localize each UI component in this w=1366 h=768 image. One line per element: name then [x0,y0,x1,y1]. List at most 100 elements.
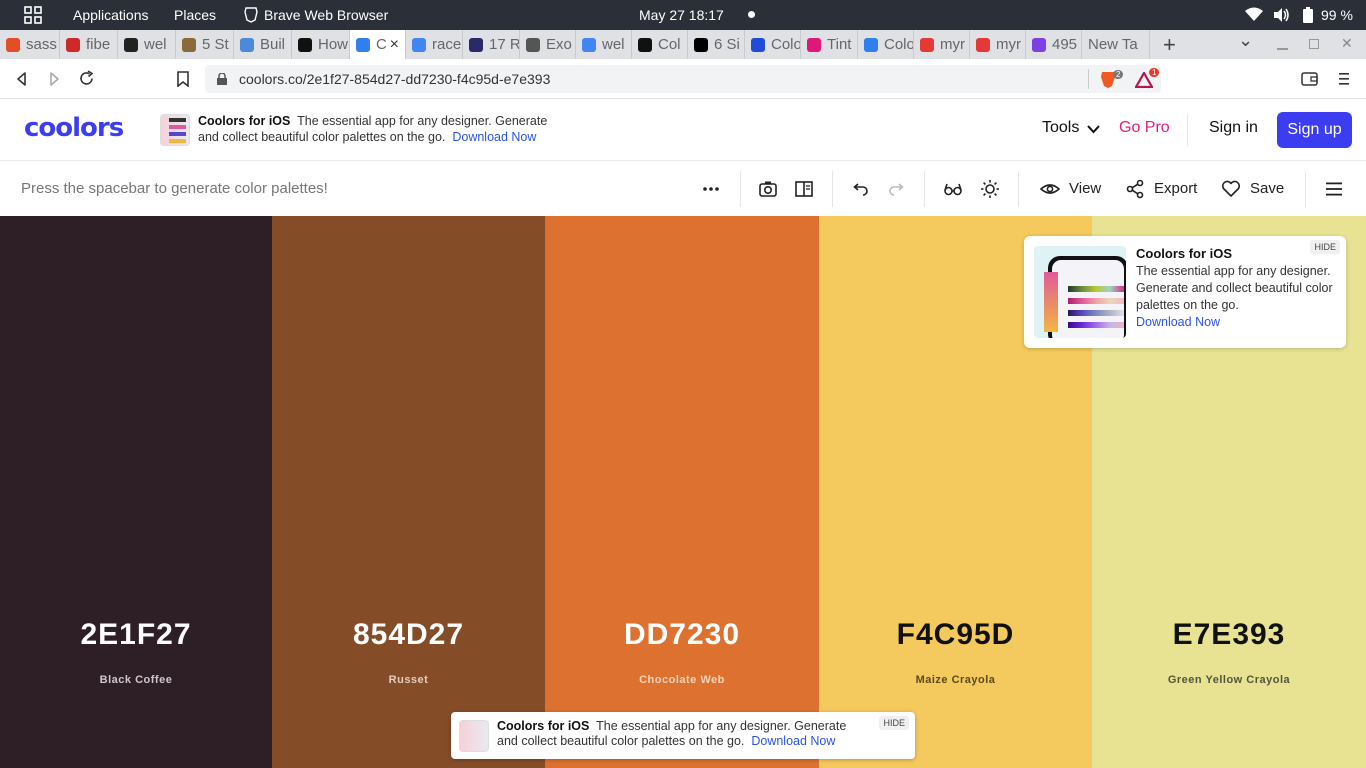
browser-tab[interactable]: Colo [745,30,801,59]
tab-favicon-icon [182,37,196,52]
applications-menu[interactable]: Applications [73,7,149,23]
browser-tab[interactable]: 17 R [463,30,520,59]
browser-tab[interactable]: Buil [234,30,292,59]
color-swatch[interactable]: DD7230 Chocolate Web [545,216,819,768]
wifi-icon[interactable] [1245,7,1263,21]
more-options-icon[interactable] [701,179,721,199]
color-hex-code[interactable]: E7E393 [1092,618,1366,652]
color-hex-code[interactable]: 2E1F27 [0,618,272,652]
browser-tab[interactable]: New Ta [1082,30,1150,59]
browser-tab[interactable]: sass [0,30,60,59]
color-hex-code[interactable]: DD7230 [545,618,819,652]
browser-tab[interactable]: wel [576,30,632,59]
glasses-icon[interactable] [943,179,963,199]
tab-label: Col [658,36,681,53]
header-download-link[interactable]: Download Now [452,130,536,144]
browser-tab[interactable]: 5 St [176,30,234,59]
sign-up-button[interactable]: Sign up [1277,112,1352,148]
heart-icon[interactable] [1221,179,1241,199]
ios-card-hide-button[interactable]: HIDE [1310,240,1340,254]
redo-icon[interactable] [887,179,907,199]
tab-favicon-icon [526,37,540,52]
battery-icon[interactable] [1303,7,1313,23]
color-name[interactable]: Maize Crayola [819,674,1092,686]
tab-favicon-icon [124,37,138,52]
clock[interactable]: May 27 18:17 [639,7,724,23]
ios-phone-preview[interactable] [1034,246,1126,338]
color-name[interactable]: Green Yellow Crayola [1092,674,1366,686]
tab-list-chevron-icon[interactable]: ⌄ [1238,30,1253,51]
bottom-promo-download-link[interactable]: Download Now [751,734,835,748]
browser-tab[interactable]: Exo [520,30,576,59]
browser-tab[interactable]: 495 [1026,30,1082,59]
places-menu[interactable]: Places [174,7,216,23]
browser-menu-icon[interactable] [1338,72,1350,86]
apps-grid-icon[interactable] [24,6,42,24]
back-icon[interactable] [14,71,30,87]
browser-tab[interactable]: Colo [858,30,914,59]
split-view-icon[interactable] [794,179,814,199]
brightness-icon[interactable] [980,179,1000,199]
spacebar-hint: Press the spacebar to generate color pal… [21,180,328,197]
color-hex-code[interactable]: 854D27 [272,618,545,652]
color-hex-code[interactable]: F4C95D [819,618,1092,652]
view-button[interactable]: View [1069,180,1101,197]
forward-icon[interactable] [46,71,62,87]
tab-label: 6 Si [714,36,740,53]
browser-tab[interactable]: race [406,30,463,59]
header-promo-title: Coolors for iOS [198,114,291,128]
browser-tab[interactable]: Col [632,30,688,59]
go-pro-link[interactable]: Go Pro [1119,119,1170,137]
browser-tab[interactable]: C × [350,30,406,59]
ios-promo-card: Coolors for iOS The essential app for an… [1024,236,1346,348]
ios-card-download-link[interactable]: Download Now [1136,315,1220,329]
color-name[interactable]: Chocolate Web [545,674,819,686]
browser-tab[interactable]: fibe [60,30,118,59]
bottom-promo-hide-button[interactable]: HIDE [879,716,909,730]
url-text[interactable]: coolors.co/2e1f27-854d27-dd7230-f4c95d-e… [239,71,550,87]
browser-tab[interactable]: How [292,30,350,59]
volume-icon[interactable] [1273,7,1290,23]
tab-close-icon[interactable]: × [390,36,399,54]
sign-in-link[interactable]: Sign in [1209,119,1258,137]
new-tab-icon[interactable]: + [1163,32,1176,58]
undo-icon[interactable] [850,179,870,199]
share-icon[interactable] [1125,179,1145,199]
minimize-window-icon[interactable] [1277,48,1288,50]
tab-favicon-icon [66,37,80,52]
tools-menu[interactable]: Tools [1042,119,1079,137]
browser-tab[interactable]: 6 Si [688,30,745,59]
ios-app-thumbnail[interactable] [160,114,190,146]
tab-favicon-icon [298,37,312,52]
color-name[interactable]: Russet [272,674,545,686]
export-button[interactable]: Export [1154,180,1197,197]
tab-favicon-icon [864,37,878,52]
browser-tab[interactable]: myr [970,30,1026,59]
browser-tab[interactable]: wel [118,30,176,59]
maximize-window-icon[interactable] [1309,39,1319,49]
color-name[interactable]: Black Coffee [0,674,272,686]
color-swatch[interactable]: 2E1F27 Black Coffee [0,216,272,768]
reload-icon[interactable] [78,70,95,87]
browser-tab[interactable]: Tint [801,30,858,59]
color-swatch[interactable]: 854D27 Russet [272,216,545,768]
eye-icon[interactable] [1040,179,1060,199]
save-button[interactable]: Save [1250,180,1284,197]
tab-label: Buil [260,36,286,53]
hamburger-menu-icon[interactable] [1324,179,1344,199]
camera-icon[interactable] [758,179,778,199]
lock-icon[interactable] [217,73,227,85]
url-field[interactable]: coolors.co/2e1f27-854d27-dd7230-f4c95d-e… [205,65,1161,93]
tab-favicon-icon [6,37,20,52]
tab-favicon-icon [920,37,934,52]
browser-tab[interactable]: myr [914,30,970,59]
coolors-logo[interactable]: coolors [24,113,124,143]
bottom-promo-title: Coolors for iOS [497,719,590,733]
bottom-promo-thumbnail[interactable] [459,720,489,752]
tab-label: wel [144,36,167,53]
chevron-down-icon[interactable] [1087,125,1100,134]
wallet-icon[interactable] [1301,72,1318,86]
active-app-label[interactable]: Brave Web Browser [264,7,388,23]
bookmark-icon[interactable] [176,71,190,87]
close-window-icon[interactable]: ✕ [1341,35,1353,52]
